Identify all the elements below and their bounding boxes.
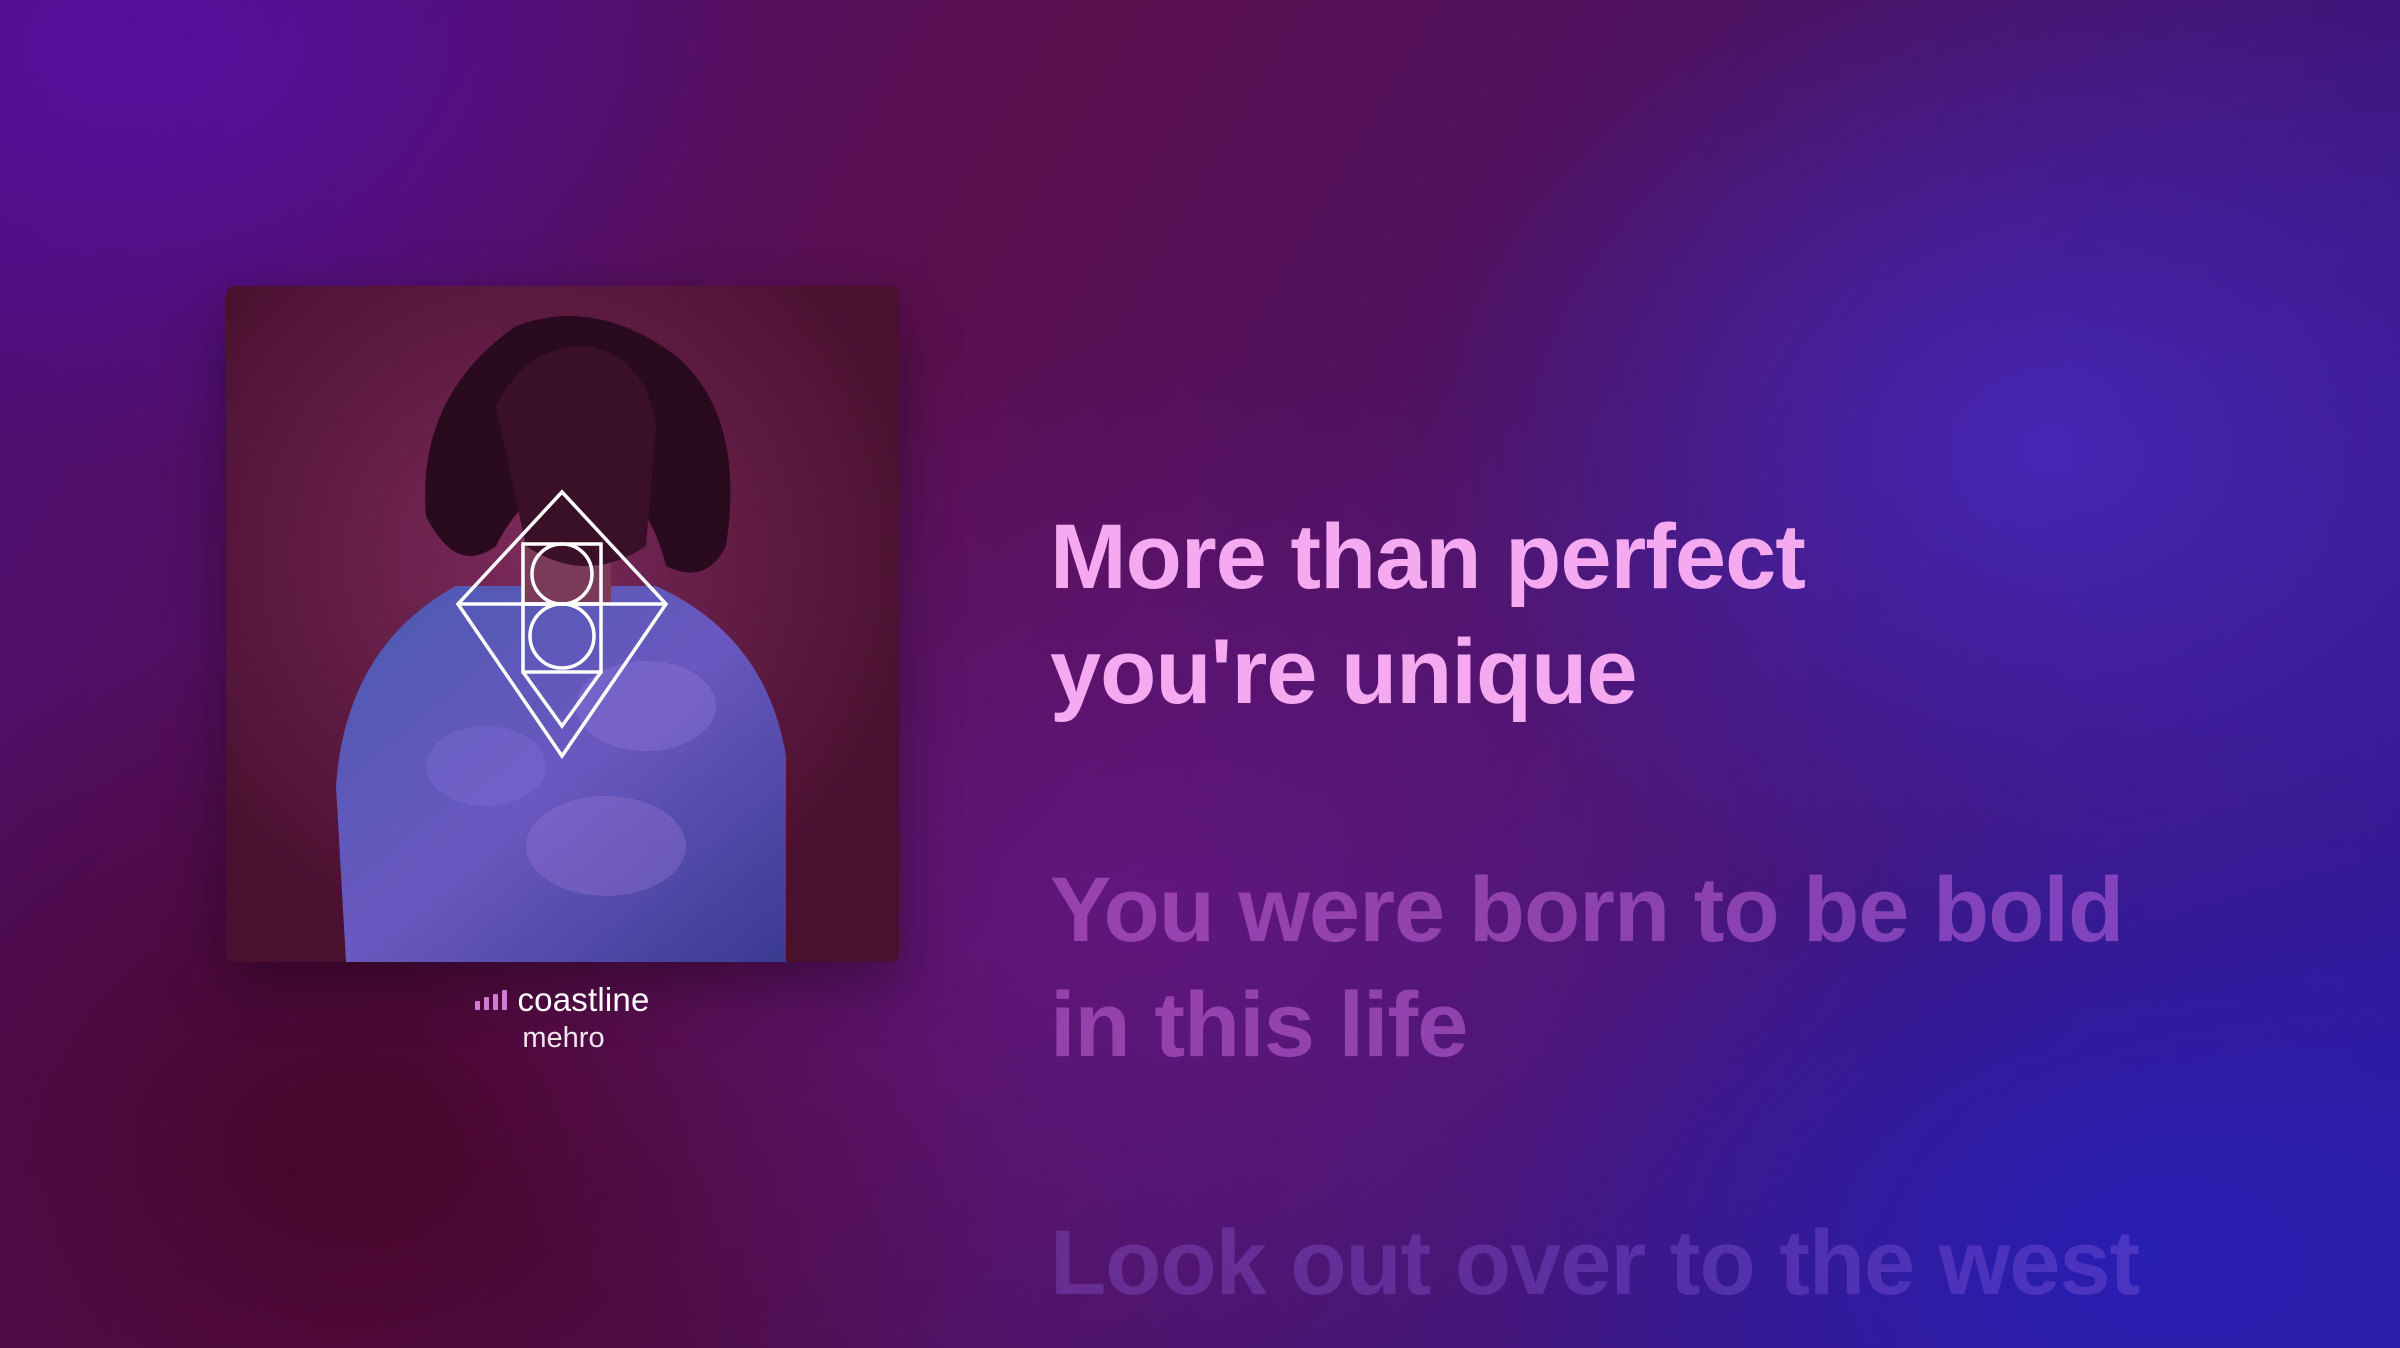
- now-playing-bars-icon: [475, 990, 508, 1010]
- now-playing-info: coastline mehro: [226, 978, 899, 1055]
- lyric-next[interactable]: You were born to be bold in this life: [1050, 853, 2250, 1083]
- lyric-line: Look out over to the west: [1050, 1212, 2140, 1314]
- lyric-line: you're unique: [1050, 621, 1637, 723]
- artist-name[interactable]: mehro: [226, 1022, 899, 1055]
- now-playing-title-row: coastline: [226, 978, 899, 1022]
- song-title[interactable]: coastline: [517, 981, 649, 1019]
- lyric-line: More than perfect: [1050, 506, 1806, 608]
- lyric-line: in this life: [1050, 974, 1468, 1076]
- lyric-active[interactable]: More than perfect you're unique: [1050, 500, 2250, 730]
- album-artwork[interactable]: [226, 286, 899, 962]
- lyrics-panel: More than perfect you're unique You were…: [1050, 500, 2250, 1321]
- lyric-line: You were born to be bold: [1050, 859, 2124, 961]
- album-cover-diamond-emblem-icon: [226, 286, 899, 962]
- lyric-later[interactable]: Look out over to the west: [1050, 1206, 2250, 1321]
